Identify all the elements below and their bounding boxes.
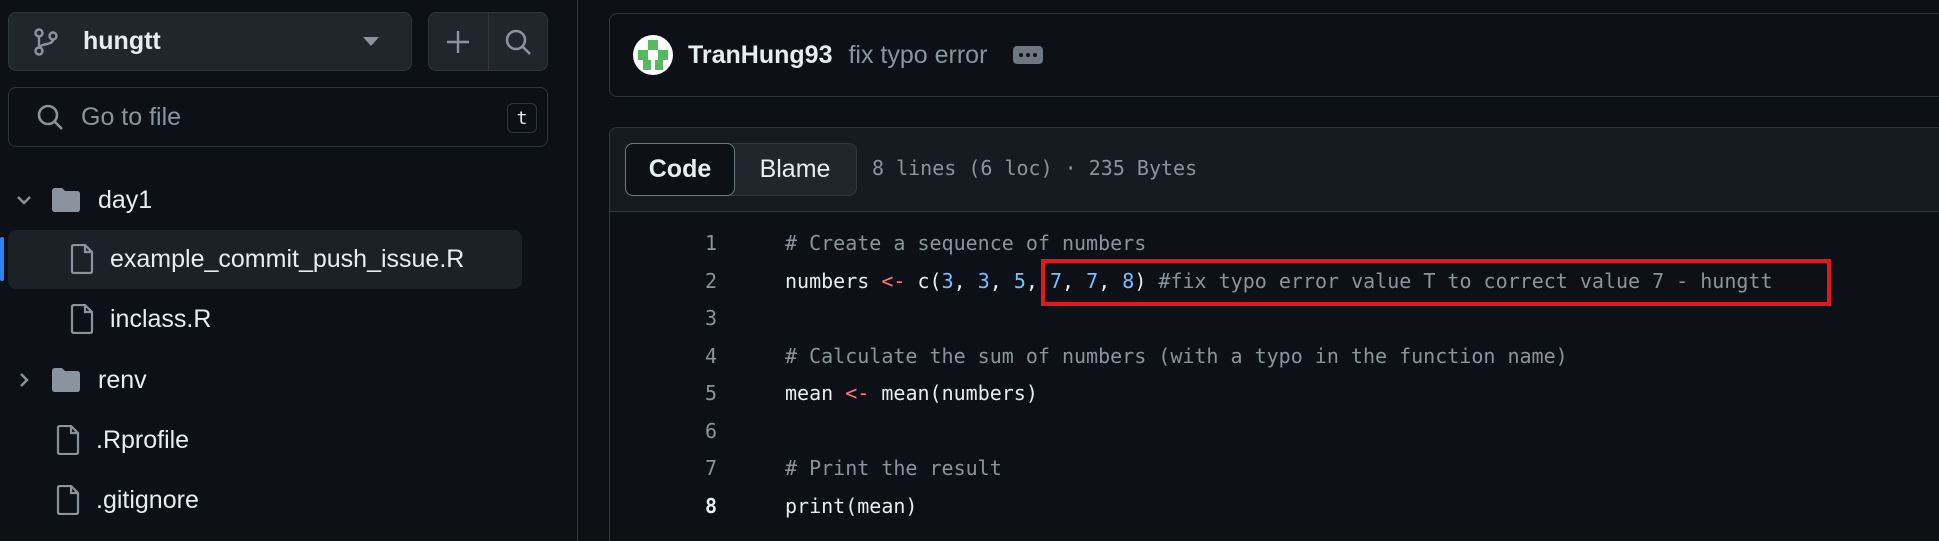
chevron-right-icon (12, 368, 36, 392)
code-separator: , (1025, 268, 1038, 293)
line-number[interactable]: 5 (610, 381, 717, 405)
line-number[interactable]: 6 (610, 419, 717, 443)
code-number: 3 (941, 268, 954, 293)
chevron-down-icon (12, 188, 36, 212)
code-separator: , (953, 268, 966, 293)
latest-commit-bar: TranHung93 fix typo error (609, 13, 1939, 97)
code-line: 6 (610, 412, 1939, 450)
tree-item-label: day1 (98, 185, 153, 214)
line-content: # Create a sequence of numbers (785, 231, 1146, 255)
code-line: 2 numbers <- c(3, 3, 5, 7, 7, 8) #fix ty… (610, 262, 1939, 300)
line-number[interactable]: 3 (610, 306, 717, 330)
go-to-file-placeholder: Go to file (81, 102, 182, 131)
code-number: 7 (1086, 268, 1099, 293)
view-mode-toggle: Code Blame (625, 143, 857, 196)
search-icon (505, 29, 531, 55)
line-content: print(mean) (785, 494, 917, 518)
line-number[interactable]: 7 (610, 456, 717, 480)
git-branch-icon (31, 27, 61, 57)
file-info: 8 lines (6 loc) · 235 Bytes (872, 156, 1198, 180)
tree-item-example-commit-push-issue[interactable]: example_commit_push_issue.R (66, 230, 464, 288)
code-comment: #fix typo error value T to correct value… (1158, 268, 1773, 293)
code-operator: <- (845, 381, 870, 405)
tree-item-label: .Rprofile (96, 425, 190, 454)
line-content: mean <- mean(numbers) (785, 381, 1038, 405)
code-separator: , (1062, 268, 1075, 293)
line-content: # Calculate the sum of numbers (with a t… (785, 344, 1568, 368)
file-viewer: Code Blame 8 lines (6 loc) · 235 Bytes 1… (609, 127, 1939, 541)
code-line: 4 # Calculate the sum of numbers (with a… (610, 337, 1939, 375)
code-paren: ) (1134, 268, 1147, 293)
caret-down-icon (363, 37, 379, 46)
go-to-file-input[interactable]: Go to file t (8, 87, 548, 147)
tree-item-inclass[interactable]: inclass.R (66, 290, 211, 348)
tree-item-gitignore[interactable]: .gitignore (52, 471, 199, 529)
code-identifier: mean (785, 381, 834, 405)
folder-icon (50, 364, 82, 396)
code-comment: # Calculate the sum of numbers (with a t… (785, 343, 1568, 368)
commit-author-link[interactable]: TranHung93 (688, 41, 832, 70)
code-line: 7 # Print the result (610, 449, 1939, 487)
code-comment: # Print the result (785, 456, 1002, 480)
tree-item-rprofile[interactable]: .Rprofile (52, 411, 189, 469)
code-view: 1 # Create a sequence of numbers 2 numbe… (610, 224, 1939, 524)
code-separator: , (1098, 268, 1111, 293)
tree-item-label: renv (98, 365, 147, 394)
tree-item-day1[interactable]: day1 (12, 171, 152, 229)
code-number: 7 (1050, 268, 1063, 293)
file-icon (66, 303, 98, 335)
tree-actions (428, 12, 548, 71)
line-content: numbers <- c(3, 3, 5, 7, 7, 8) #fix typo… (785, 269, 1773, 293)
file-tree-sidebar: hungtt Go to file t day1 example_commit_… (0, 0, 578, 541)
search-icon (35, 102, 65, 132)
line-number[interactable]: 2 (610, 269, 717, 293)
code-number: 5 (1013, 268, 1026, 293)
branch-selector-button[interactable]: hungtt (8, 12, 412, 71)
code-line: 3 (610, 299, 1939, 337)
add-file-button[interactable] (429, 13, 488, 70)
kebab-icon[interactable] (1013, 46, 1044, 64)
code-number: 3 (977, 268, 990, 293)
code-comment: # Create a sequence of numbers (785, 231, 1147, 255)
line-number[interactable]: 1 (610, 231, 717, 255)
code-separator: , (989, 268, 1002, 293)
file-icon (52, 484, 84, 516)
tree-item-label: .gitignore (96, 485, 199, 514)
code-line: 1 # Create a sequence of numbers (610, 224, 1939, 262)
search-files-button[interactable] (487, 13, 547, 70)
line-number[interactable]: 8 (610, 494, 717, 518)
tab-blame[interactable]: Blame (734, 144, 856, 195)
tree-item-renv[interactable]: renv (12, 351, 147, 409)
folder-icon (50, 184, 82, 216)
code-call: mean(numbers) (881, 381, 1038, 405)
code-operator: <- (881, 268, 906, 293)
code-line: 5 mean <- mean(numbers) (610, 374, 1939, 412)
line-content: # Print the result (785, 456, 1002, 480)
plus-icon (447, 30, 470, 53)
commit-message-link[interactable]: fix typo error (848, 41, 987, 70)
code-identifier: numbers (785, 268, 870, 293)
tree-item-label: example_commit_push_issue.R (110, 244, 465, 273)
file-header: Code Blame 8 lines (6 loc) · 235 Bytes (610, 128, 1939, 212)
code-call: c( (917, 268, 942, 293)
code-line: 8 print(mean) (610, 487, 1939, 525)
tree-item-label: inclass.R (110, 304, 212, 333)
branch-name: hungtt (83, 27, 161, 55)
file-icon (66, 243, 98, 275)
code-call: print(mean) (785, 493, 918, 518)
file-icon (52, 424, 84, 456)
avatar[interactable] (633, 35, 673, 75)
keyboard-shortcut-hint: t (507, 103, 537, 133)
code-number: 8 (1122, 268, 1135, 293)
tab-code[interactable]: Code (625, 143, 735, 196)
active-file-indicator (0, 237, 4, 281)
line-number[interactable]: 4 (610, 344, 717, 368)
